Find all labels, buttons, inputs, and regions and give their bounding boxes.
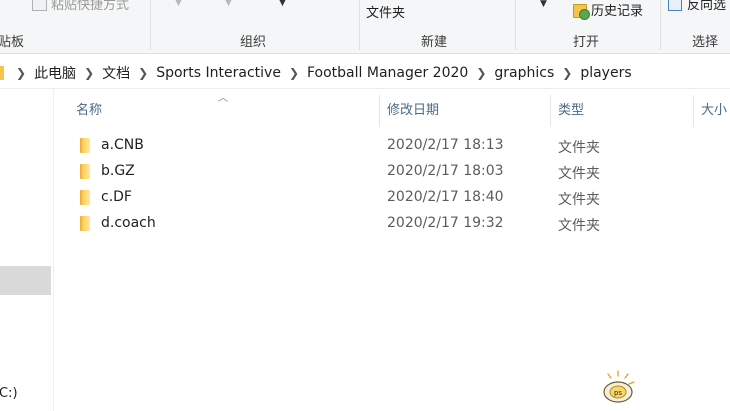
file-type: 文件夹 — [558, 218, 600, 234]
history-icon — [573, 2, 590, 20]
clipboard-group-label: 贴板 — [0, 35, 25, 50]
nav-item-drive-c[interactable]: C:) — [0, 386, 18, 401]
invert-selection-button[interactable]: 反向选 — [668, 0, 726, 13]
new-folder-button[interactable]: 文件夹 — [366, 2, 405, 21]
select-group-label: 选择 — [692, 35, 719, 50]
breadcrumb-item-sports-interactive[interactable]: Sports Interactive — [156, 65, 281, 81]
organize-group-label: 组织 — [240, 35, 267, 50]
file-row[interactable]: d.coach 2020/2/17 19:32 文件夹 — [58, 211, 730, 237]
history-label: 历史记录 — [591, 4, 644, 19]
chevron-right-icon[interactable]: ❯ — [16, 66, 26, 80]
file-explorer-window: 粘贴快捷方式 贴板 ▼ ▼ ▼ 组织 文件夹 新建 ▼ 历史记录 打开 反向选 — [0, 0, 730, 411]
file-row[interactable]: a.CNB 2020/2/17 18:13 文件夹 — [58, 133, 730, 159]
paste-shortcut-button[interactable]: 粘贴快捷方式 — [32, 0, 129, 13]
breadcrumb-item-graphics[interactable]: graphics — [494, 65, 554, 81]
chevron-right-icon[interactable]: ❯ — [476, 66, 486, 80]
column-header-type[interactable]: 类型 — [558, 89, 584, 127]
breadcrumb-item-this-pc[interactable]: 此电脑 — [34, 63, 76, 83]
column-header-size[interactable]: 大小 — [701, 89, 727, 127]
invert-selection-label: 反向选 — [687, 0, 727, 13]
mascot-text: ps — [614, 389, 622, 397]
move-to-dropdown-icon[interactable]: ▼ — [175, 0, 182, 8]
paste-shortcut-icon — [32, 0, 47, 11]
chevron-right-icon[interactable]: ❯ — [562, 66, 572, 80]
file-date: 2020/2/17 18:13 — [387, 137, 504, 153]
folder-icon — [80, 190, 90, 205]
breadcrumb: ❯ 此电脑 ❯ 文档 ❯ Sports Interactive ❯ Footba… — [0, 63, 632, 83]
ribbon: 粘贴快捷方式 贴板 ▼ ▼ ▼ 组织 文件夹 新建 ▼ 历史记录 打开 反向选 — [0, 0, 730, 54]
address-bar[interactable]: ❯ 此电脑 ❯ 文档 ❯ Sports Interactive ❯ Footba… — [0, 58, 730, 89]
navigation-pane[interactable]: C:) — [0, 89, 54, 411]
rename-dropdown-icon[interactable]: ▼ — [279, 0, 286, 8]
chevron-right-icon[interactable]: ❯ — [289, 66, 299, 80]
open-dropdown-icon[interactable]: ▼ — [540, 0, 547, 9]
file-name: b.GZ — [101, 163, 135, 179]
breadcrumb-item-documents[interactable]: 文档 — [102, 63, 130, 83]
nav-selected-item[interactable] — [0, 266, 51, 295]
folder-icon — [0, 66, 4, 80]
ribbon-divider — [150, 0, 151, 50]
open-group-label: 打开 — [573, 35, 600, 50]
file-name: c.DF — [101, 189, 132, 205]
folder-icon — [80, 216, 90, 231]
folder-icon — [80, 138, 90, 153]
file-type: 文件夹 — [558, 140, 600, 156]
column-header-date[interactable]: 修改日期 — [387, 89, 439, 127]
column-divider[interactable] — [693, 95, 694, 127]
column-divider[interactable] — [550, 95, 551, 127]
ribbon-divider — [660, 0, 661, 50]
file-name: a.CNB — [101, 137, 144, 153]
new-group-label: 新建 — [421, 35, 448, 50]
file-row[interactable]: b.GZ 2020/2/17 18:03 文件夹 — [58, 159, 730, 185]
file-row[interactable]: c.DF 2020/2/17 18:40 文件夹 — [58, 185, 730, 211]
file-type: 文件夹 — [558, 166, 600, 182]
mascot-icon[interactable]: ps — [598, 370, 638, 406]
file-name: d.coach — [101, 215, 156, 231]
breadcrumb-item-football-manager[interactable]: Football Manager 2020 — [307, 65, 468, 81]
folder-icon — [80, 164, 90, 179]
chevron-right-icon[interactable]: ❯ — [138, 66, 148, 80]
sort-ascending-icon: ︿ — [218, 93, 228, 104]
paste-shortcut-label: 粘贴快捷方式 — [51, 0, 130, 13]
breadcrumb-item-players[interactable]: players — [580, 65, 631, 81]
ribbon-divider — [359, 0, 360, 50]
file-date: 2020/2/17 18:40 — [387, 189, 504, 205]
copy-to-dropdown-icon[interactable]: ▼ — [225, 0, 232, 8]
invert-selection-icon — [668, 0, 682, 11]
file-date: 2020/2/17 18:03 — [387, 163, 504, 179]
column-header-name[interactable]: 名称 — [76, 89, 102, 127]
chevron-right-icon[interactable]: ❯ — [84, 66, 94, 80]
file-date: 2020/2/17 19:32 — [387, 215, 504, 231]
ribbon-divider — [515, 0, 516, 50]
file-type: 文件夹 — [558, 192, 600, 208]
history-button[interactable]: 历史记录 — [573, 0, 644, 20]
column-divider[interactable] — [379, 95, 380, 127]
